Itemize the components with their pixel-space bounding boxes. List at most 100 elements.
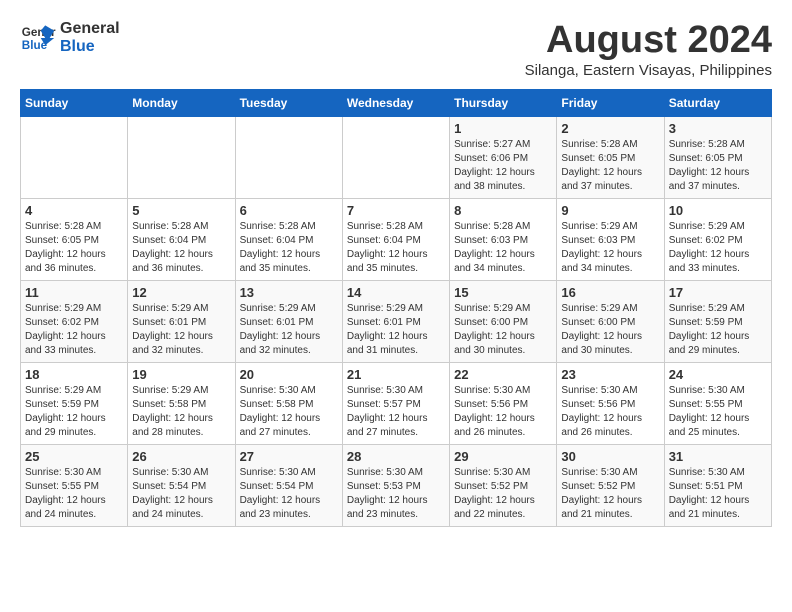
day-info: Sunrise: 5:28 AM Sunset: 6:04 PM Dayligh… xyxy=(347,220,445,276)
day-info: Sunrise: 5:30 AM Sunset: 5:51 PM Dayligh… xyxy=(669,466,767,522)
calendar-cell: 10Sunrise: 5:29 AM Sunset: 6:02 PM Dayli… xyxy=(664,198,771,280)
calendar-cell: 9 Sunrise: 5:29 AM Sunset: 6:03 PM Daylig… xyxy=(557,198,664,280)
header-day: Saturday xyxy=(664,89,771,116)
calendar-cell: 27 Sunrise: 5:30 AM Sunset: 5:54 PM Dayli… xyxy=(235,444,342,526)
day-info: Sunrise: 5:28 AM Sunset: 6:03 PM Dayligh… xyxy=(454,220,552,276)
calendar-cell: 7Sunrise: 5:28 AM Sunset: 6:04 PM Daylig… xyxy=(342,198,449,280)
header-day: Monday xyxy=(128,89,235,116)
calendar-cell xyxy=(342,116,449,198)
calendar-cell: 19 Sunrise: 5:29 AM Sunset: 5:58 PM Dayli… xyxy=(128,362,235,444)
calendar-cell: 26 Sunrise: 5:30 AM Sunset: 5:54 PM Dayli… xyxy=(128,444,235,526)
calendar-week: 25 Sunrise: 5:30 AM Sunset: 5:55 PM Dayli… xyxy=(21,444,772,526)
header-day: Friday xyxy=(557,89,664,116)
calendar-cell: 2Sunrise: 5:28 AM Sunset: 6:05 PM Daylig… xyxy=(557,116,664,198)
day-info: Sunrise: 5:29 AM Sunset: 5:59 PM Dayligh… xyxy=(25,384,123,440)
day-info: Sunrise: 5:28 AM Sunset: 6:05 PM Dayligh… xyxy=(25,220,123,276)
day-info: Sunrise: 5:28 AM Sunset: 6:04 PM Dayligh… xyxy=(240,220,338,276)
calendar-body: 1Sunrise: 5:27 AM Sunset: 6:06 PM Daylig… xyxy=(21,116,772,526)
day-info: Sunrise: 5:28 AM Sunset: 6:04 PM Dayligh… xyxy=(132,220,230,276)
calendar-header: SundayMondayTuesdayWednesdayThursdayFrid… xyxy=(21,89,772,116)
calendar-cell: 13 Sunrise: 5:29 AM Sunset: 6:01 PM Dayli… xyxy=(235,280,342,362)
day-number: 11 xyxy=(25,285,123,300)
day-info: Sunrise: 5:30 AM Sunset: 5:56 PM Dayligh… xyxy=(454,384,552,440)
day-number: 30 xyxy=(561,449,659,464)
logo: General Blue General Blue xyxy=(20,20,120,56)
logo-general: General xyxy=(60,20,120,38)
day-number: 6 xyxy=(240,203,338,218)
calendar-cell: 25 Sunrise: 5:30 AM Sunset: 5:55 PM Dayli… xyxy=(21,444,128,526)
day-info: Sunrise: 5:30 AM Sunset: 5:52 PM Dayligh… xyxy=(454,466,552,522)
day-number: 12 xyxy=(132,285,230,300)
day-number: 27 xyxy=(240,449,338,464)
day-info: Sunrise: 5:30 AM Sunset: 5:55 PM Dayligh… xyxy=(25,466,123,522)
calendar-cell: 15 Sunrise: 5:29 AM Sunset: 6:00 PM Dayli… xyxy=(450,280,557,362)
day-number: 22 xyxy=(454,367,552,382)
day-info: Sunrise: 5:30 AM Sunset: 5:54 PM Dayligh… xyxy=(240,466,338,522)
calendar-cell: 5 Sunrise: 5:28 AM Sunset: 6:04 PM Daylig… xyxy=(128,198,235,280)
calendar-cell: 21Sunrise: 5:30 AM Sunset: 5:57 PM Dayli… xyxy=(342,362,449,444)
day-number: 17 xyxy=(669,285,767,300)
day-number: 4 xyxy=(25,203,123,218)
calendar-cell: 24 Sunrise: 5:30 AM Sunset: 5:55 PM Dayli… xyxy=(664,362,771,444)
day-info: Sunrise: 5:28 AM Sunset: 6:05 PM Dayligh… xyxy=(561,138,659,194)
logo-blue: Blue xyxy=(60,38,120,56)
day-info: Sunrise: 5:30 AM Sunset: 5:54 PM Dayligh… xyxy=(132,466,230,522)
day-number: 13 xyxy=(240,285,338,300)
day-info: Sunrise: 5:29 AM Sunset: 6:00 PM Dayligh… xyxy=(561,302,659,358)
header-day: Sunday xyxy=(21,89,128,116)
day-info: Sunrise: 5:29 AM Sunset: 6:01 PM Dayligh… xyxy=(240,302,338,358)
day-number: 3 xyxy=(669,121,767,136)
day-number: 28 xyxy=(347,449,445,464)
header-day: Thursday xyxy=(450,89,557,116)
calendar-week: 4 Sunrise: 5:28 AM Sunset: 6:05 PM Daylig… xyxy=(21,198,772,280)
day-number: 9 xyxy=(561,203,659,218)
day-number: 24 xyxy=(669,367,767,382)
calendar-week: 1Sunrise: 5:27 AM Sunset: 6:06 PM Daylig… xyxy=(21,116,772,198)
main-title: August 2024 xyxy=(525,20,772,62)
day-number: 15 xyxy=(454,285,552,300)
day-info: Sunrise: 5:30 AM Sunset: 5:58 PM Dayligh… xyxy=(240,384,338,440)
day-info: Sunrise: 5:29 AM Sunset: 5:59 PM Dayligh… xyxy=(669,302,767,358)
day-number: 16 xyxy=(561,285,659,300)
day-info: Sunrise: 5:29 AM Sunset: 6:01 PM Dayligh… xyxy=(347,302,445,358)
header-day: Wednesday xyxy=(342,89,449,116)
calendar-cell xyxy=(128,116,235,198)
day-number: 25 xyxy=(25,449,123,464)
calendar-cell: 31 Sunrise: 5:30 AM Sunset: 5:51 PM Dayli… xyxy=(664,444,771,526)
day-info: Sunrise: 5:30 AM Sunset: 5:56 PM Dayligh… xyxy=(561,384,659,440)
calendar-cell: 28Sunrise: 5:30 AM Sunset: 5:53 PM Dayli… xyxy=(342,444,449,526)
day-info: Sunrise: 5:28 AM Sunset: 6:05 PM Dayligh… xyxy=(669,138,767,194)
calendar-cell: 17 Sunrise: 5:29 AM Sunset: 5:59 PM Dayli… xyxy=(664,280,771,362)
day-number: 26 xyxy=(132,449,230,464)
day-number: 5 xyxy=(132,203,230,218)
day-number: 18 xyxy=(25,367,123,382)
calendar-cell: 3 Sunrise: 5:28 AM Sunset: 6:05 PM Daylig… xyxy=(664,116,771,198)
day-number: 20 xyxy=(240,367,338,382)
title-section: August 2024 Silanga, Eastern Visayas, Ph… xyxy=(525,20,772,79)
calendar-cell: 18 Sunrise: 5:29 AM Sunset: 5:59 PM Dayli… xyxy=(21,362,128,444)
calendar-cell: 12Sunrise: 5:29 AM Sunset: 6:01 PM Dayli… xyxy=(128,280,235,362)
day-info: Sunrise: 5:29 AM Sunset: 6:00 PM Dayligh… xyxy=(454,302,552,358)
calendar-table: SundayMondayTuesdayWednesdayThursdayFrid… xyxy=(20,89,772,527)
day-number: 29 xyxy=(454,449,552,464)
day-number: 19 xyxy=(132,367,230,382)
calendar-cell: 29 Sunrise: 5:30 AM Sunset: 5:52 PM Dayli… xyxy=(450,444,557,526)
day-info: Sunrise: 5:29 AM Sunset: 6:02 PM Dayligh… xyxy=(25,302,123,358)
page-header: General Blue General Blue August 2024 Si… xyxy=(20,20,772,79)
day-info: Sunrise: 5:29 AM Sunset: 6:03 PM Dayligh… xyxy=(561,220,659,276)
calendar-cell: 1Sunrise: 5:27 AM Sunset: 6:06 PM Daylig… xyxy=(450,116,557,198)
day-number: 31 xyxy=(669,449,767,464)
calendar-week: 11 Sunrise: 5:29 AM Sunset: 6:02 PM Dayli… xyxy=(21,280,772,362)
calendar-cell: 20 Sunrise: 5:30 AM Sunset: 5:58 PM Dayli… xyxy=(235,362,342,444)
day-number: 14 xyxy=(347,285,445,300)
day-number: 10 xyxy=(669,203,767,218)
header-day: Tuesday xyxy=(235,89,342,116)
day-info: Sunrise: 5:29 AM Sunset: 5:58 PM Dayligh… xyxy=(132,384,230,440)
calendar-cell: 30Sunrise: 5:30 AM Sunset: 5:52 PM Dayli… xyxy=(557,444,664,526)
day-number: 23 xyxy=(561,367,659,382)
day-info: Sunrise: 5:30 AM Sunset: 5:55 PM Dayligh… xyxy=(669,384,767,440)
day-number: 8 xyxy=(454,203,552,218)
calendar-cell: 23 Sunrise: 5:30 AM Sunset: 5:56 PM Dayli… xyxy=(557,362,664,444)
day-number: 1 xyxy=(454,121,552,136)
calendar-week: 18 Sunrise: 5:29 AM Sunset: 5:59 PM Dayli… xyxy=(21,362,772,444)
